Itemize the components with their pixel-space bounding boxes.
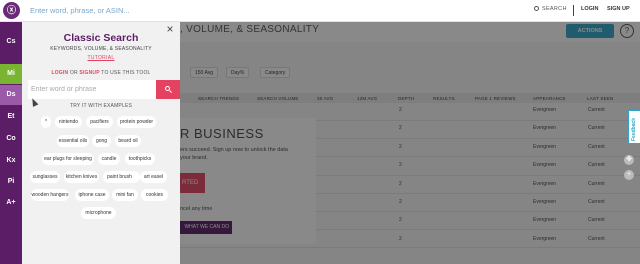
logo[interactable]: ⓧ — [3, 2, 20, 19]
global-search-input[interactable] — [30, 3, 360, 18]
example-chip[interactable]: sunglasses — [30, 171, 60, 183]
example-chip[interactable]: paint brush — [103, 171, 136, 183]
panel-login-link[interactable]: LOGIN — [51, 70, 68, 76]
example-chip[interactable]: art easel — [140, 171, 167, 183]
example-chip[interactable]: microphone — [81, 207, 116, 219]
rail-item-pi[interactable]: Pi — [0, 172, 22, 192]
feedback-tab[interactable]: Feedback — [628, 110, 640, 144]
global-search-label: SEARCH — [542, 6, 567, 12]
rail-item-et[interactable]: Et — [0, 107, 22, 127]
example-chip[interactable]: toothpicks — [125, 153, 155, 165]
example-chip[interactable]: ear plugs for sleeping — [42, 153, 94, 165]
feedback-label: Feedback — [631, 117, 637, 141]
example-chip[interactable]: protein powder — [117, 116, 156, 128]
rail-item-cs[interactable]: Cs — [0, 32, 22, 52]
login-prompt: LOGIN OR SIGNUP TO USE THIS TOOL — [22, 70, 180, 76]
login-link[interactable]: LOGIN — [581, 6, 598, 12]
tutorial-link[interactable]: TUTORIAL — [22, 55, 180, 61]
example-chip[interactable]: candle — [98, 153, 120, 165]
example-chip[interactable]: beard oil — [115, 135, 141, 147]
examples-label: TRY IT WITH EXAMPLES — [69, 103, 133, 109]
example-chip[interactable]: kitchen knives — [64, 171, 99, 183]
login-or-text: OR — [68, 70, 80, 76]
plus-icon[interactable]: + — [624, 170, 634, 180]
expand-icon[interactable]: ✥ — [624, 155, 634, 165]
login-suffix-text: TO USE THIS TOOL — [99, 70, 151, 76]
rail-item-kx[interactable]: Kx — [0, 151, 22, 171]
example-chip[interactable]: pacifiers — [86, 116, 113, 128]
search-icon — [534, 6, 539, 11]
rail-item-co[interactable]: Co — [0, 129, 22, 149]
panel-signup-link[interactable]: SIGNUP — [79, 70, 99, 76]
top-divider — [573, 5, 574, 16]
rail-item-mi[interactable]: Mi — [0, 64, 22, 84]
top-bar: ⓧ SEARCH LOGIN SIGN UP — [0, 0, 640, 22]
example-chip[interactable]: gong — [92, 135, 111, 147]
example-chip[interactable]: * — [41, 116, 51, 128]
global-search-button[interactable]: SEARCH — [534, 6, 567, 12]
rail-item-ds[interactable]: Ds — [0, 85, 22, 105]
example-chip[interactable]: mini fan — [112, 189, 138, 201]
modal-overlay[interactable] — [180, 22, 640, 264]
rail-item-aplus[interactable]: A+ — [0, 193, 22, 213]
keyword-search-button[interactable] — [156, 80, 180, 99]
signup-link[interactable]: SIGN UP — [607, 6, 630, 12]
tool-rail: Cs Mi Ds Et Co Kx Pi A+ — [0, 22, 22, 264]
example-chip[interactable]: cookies — [141, 189, 168, 201]
keyword-search-input[interactable] — [28, 80, 156, 99]
example-chip[interactable]: wooden hangers — [31, 189, 69, 201]
panel-title: Classic Search — [63, 32, 139, 44]
example-chip[interactable]: nintendo — [55, 116, 82, 128]
search-icon-handle — [169, 90, 172, 94]
example-chip[interactable]: iphone case — [75, 189, 109, 201]
example-chip[interactable]: essential oils — [57, 135, 89, 147]
panel-subtitle: KEYWORDS, VOLUME, & SEASONALITY — [50, 46, 152, 52]
